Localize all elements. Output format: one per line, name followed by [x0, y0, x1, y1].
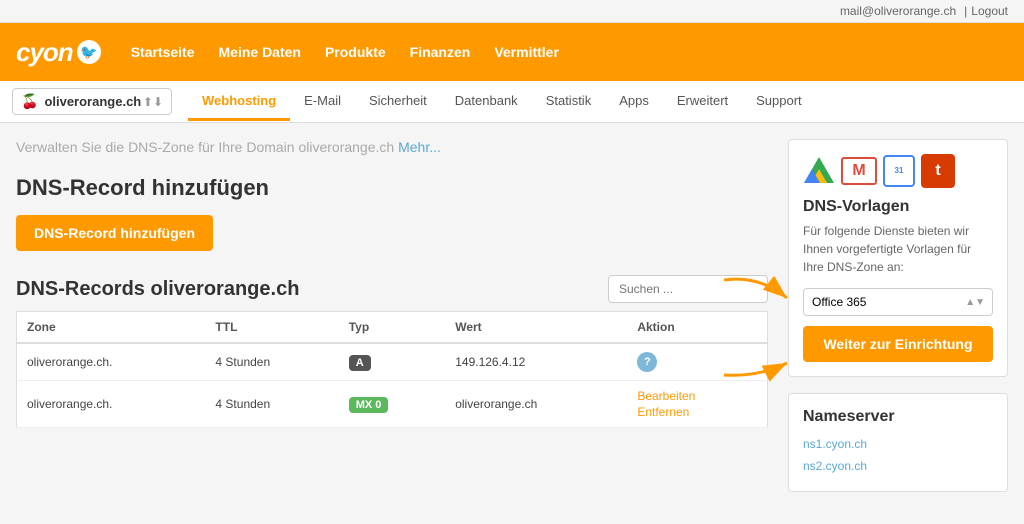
mehr-link[interactable]: Mehr...: [398, 139, 441, 155]
tab-email[interactable]: E-Mail: [290, 83, 355, 121]
row2-aktion: Bearbeiten Entfernen: [627, 381, 767, 428]
logo-text: cyon: [16, 37, 73, 68]
row2-typ: MX 0: [339, 381, 445, 428]
entfernen-link[interactable]: Entfernen: [637, 405, 757, 419]
row1-typ: A: [339, 343, 445, 381]
nav-finanzen[interactable]: Finanzen: [410, 44, 471, 60]
domain-cherry-icon: 🍒: [21, 93, 38, 110]
google-calendar-icon: 31: [883, 155, 915, 187]
domain-bar: 🍒 oliverorange.ch ⬆⬇ Webhosting E-Mail S…: [0, 81, 1024, 123]
domain-selector[interactable]: 🍒 oliverorange.ch ⬆⬇: [12, 88, 172, 115]
action-links: Bearbeiten Entfernen: [637, 389, 757, 419]
nameserver-2: ns2.cyon.ch: [803, 456, 993, 478]
domain-name: oliverorange.ch: [44, 94, 142, 109]
tab-apps[interactable]: Apps: [605, 83, 663, 121]
tab-nav: Webhosting E-Mail Sicherheit Datenbank S…: [188, 83, 816, 121]
vorlagen-select[interactable]: Google Apps Office 365 Zoho Mail: [803, 288, 993, 316]
weiter-button[interactable]: Weiter zur Einrichtung: [803, 326, 993, 362]
arrow1-icon: [719, 270, 794, 325]
add-record-title: DNS-Record hinzufügen: [16, 175, 768, 201]
tab-sicherheit[interactable]: Sicherheit: [355, 83, 441, 121]
logo-bird-icon: 🐦: [77, 40, 101, 64]
dns-vorlagen-panel: M 31 t DNS-Vorlagen Für folgende Dienste…: [788, 139, 1008, 377]
col-wert: Wert: [445, 312, 627, 344]
type-badge-a: A: [349, 355, 371, 371]
table-row: oliverorange.ch. 4 Stunden A 149.126.4.1…: [17, 343, 768, 381]
table-row: oliverorange.ch. 4 Stunden MX 0 oliveror…: [17, 381, 768, 428]
google-drive-icon: [803, 155, 835, 187]
main-content: Verwalten Sie die DNS-Zone für Ihre Doma…: [16, 139, 768, 492]
gmail-icon: M: [841, 157, 877, 185]
records-header: DNS-Records oliverorange.ch: [16, 275, 768, 303]
row1-zone: oliverorange.ch.: [17, 343, 206, 381]
row2-wert: oliverorange.ch: [445, 381, 627, 428]
header: cyon 🐦 Startseite Meine Daten Produkte F…: [0, 23, 1024, 81]
select-row: Google Apps Office 365 Zoho Mail ▲▼: [803, 288, 993, 316]
tab-datenbank[interactable]: Datenbank: [441, 83, 532, 121]
tab-webhosting[interactable]: Webhosting: [188, 83, 290, 121]
sidebar: M 31 t DNS-Vorlagen Für folgende Dienste…: [788, 139, 1008, 492]
office365-icon: t: [921, 154, 955, 188]
service-icons: M 31 t: [803, 154, 993, 188]
top-bar: mail@oliverorange.ch | Logout: [0, 0, 1024, 23]
intro-text: Verwalten Sie die DNS-Zone für Ihre Doma…: [16, 139, 768, 155]
nameserver-section: Nameserver ns1.cyon.ch ns2.cyon.ch: [788, 393, 1008, 492]
col-zone: Zone: [17, 312, 206, 344]
main-nav: Startseite Meine Daten Produkte Finanzen…: [131, 44, 559, 60]
tab-statistik[interactable]: Statistik: [532, 83, 606, 121]
nameserver-1: ns1.cyon.ch: [803, 434, 993, 456]
type-badge-mx: MX 0: [349, 397, 389, 413]
tab-erweitert[interactable]: Erweitert: [663, 83, 742, 121]
user-email: mail@oliverorange.ch: [840, 4, 956, 18]
help-icon[interactable]: ?: [637, 352, 657, 372]
logo: cyon 🐦: [16, 37, 101, 68]
records-title: DNS-Records oliverorange.ch: [16, 278, 299, 301]
row2-zone: oliverorange.ch.: [17, 381, 206, 428]
col-typ: Typ: [339, 312, 445, 344]
add-dns-record-button[interactable]: DNS-Record hinzufügen: [16, 215, 213, 251]
tab-support[interactable]: Support: [742, 83, 816, 121]
logout-link[interactable]: Logout: [971, 4, 1008, 18]
nameserver-title: Nameserver: [803, 408, 993, 426]
arrow2-icon: [719, 335, 794, 385]
row1-ttl: 4 Stunden: [205, 343, 338, 381]
domain-dropdown-icon: ⬆⬇: [143, 95, 163, 109]
nav-meine-daten[interactable]: Meine Daten: [219, 44, 301, 60]
row2-ttl: 4 Stunden: [205, 381, 338, 428]
nav-produkte[interactable]: Produkte: [325, 44, 386, 60]
row1-wert: 149.126.4.12: [445, 343, 627, 381]
nav-startseite[interactable]: Startseite: [131, 44, 195, 60]
vorlagen-title: DNS-Vorlagen: [803, 198, 993, 216]
col-ttl: TTL: [205, 312, 338, 344]
nav-vermittler[interactable]: Vermittler: [494, 44, 559, 60]
bearbeiten-link[interactable]: Bearbeiten: [637, 389, 757, 403]
vorlagen-desc: Für folgende Dienste bieten wir Ihnen vo…: [803, 222, 993, 276]
dns-records-table: Zone TTL Typ Wert Aktion oliverorange.ch…: [16, 311, 768, 428]
content-area: Verwalten Sie die DNS-Zone für Ihre Doma…: [0, 123, 1024, 508]
